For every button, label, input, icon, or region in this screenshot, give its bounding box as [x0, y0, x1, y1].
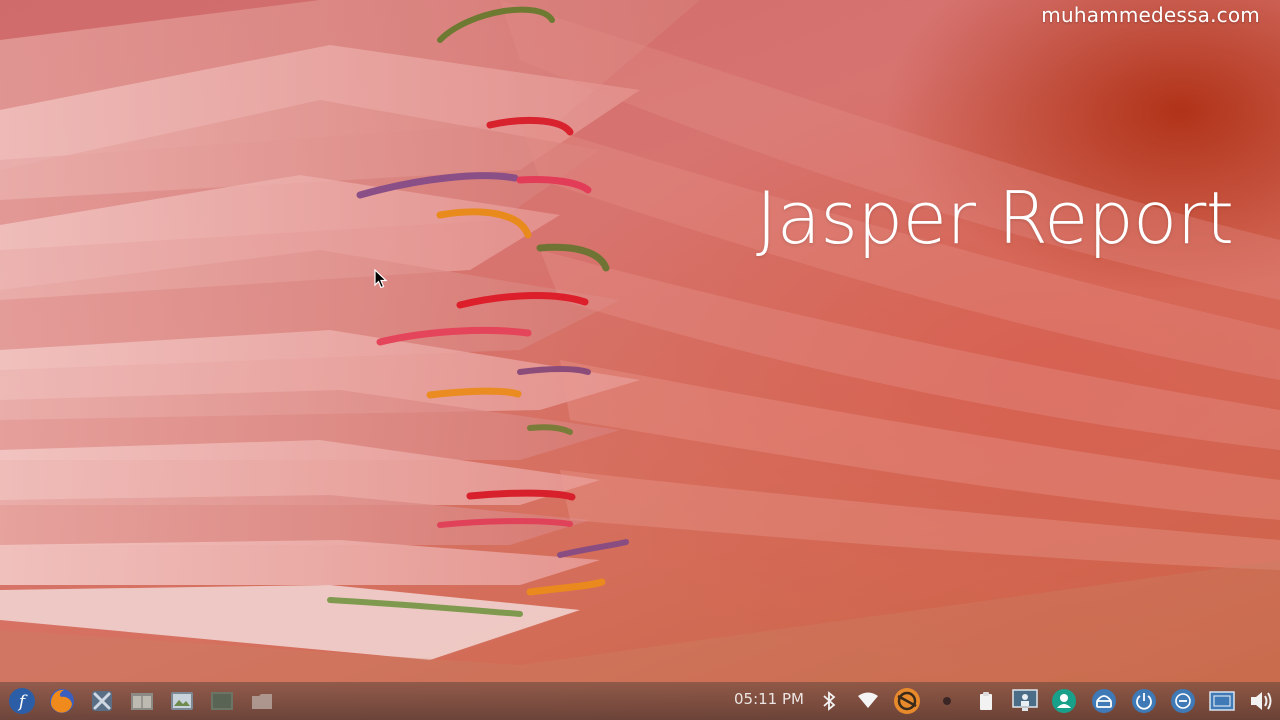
clipboard-icon[interactable]: [969, 684, 1003, 718]
bluetooth-icon[interactable]: [812, 684, 846, 718]
system-tools-icon[interactable]: [86, 684, 118, 718]
terminal-icon[interactable]: [206, 684, 238, 718]
desktop: muhammedessa.com Jasper Report f 05:11 P…: [0, 0, 1280, 720]
indicator-dot-icon[interactable]: [930, 684, 964, 718]
clock[interactable]: 05:11 PM: [734, 690, 804, 708]
fedora-menu-icon[interactable]: f: [6, 684, 38, 718]
wifi-icon[interactable]: [851, 684, 885, 718]
watermark-text: muhammedessa.com: [1041, 3, 1260, 27]
image-viewer-icon[interactable]: [166, 684, 198, 718]
minimize-icon[interactable]: [1166, 684, 1200, 718]
mouse-cursor-icon: [374, 269, 388, 289]
lock-icon[interactable]: [1087, 684, 1121, 718]
user-icon[interactable]: [1047, 684, 1081, 718]
display-icon[interactable]: [1008, 684, 1042, 718]
firefox-icon[interactable]: [46, 684, 78, 718]
folder-icon[interactable]: [246, 684, 278, 718]
file-manager-icon[interactable]: [126, 684, 158, 718]
screen-icon[interactable]: [1205, 684, 1239, 718]
slide-title: Jasper Report: [756, 176, 1234, 260]
wallpaper-paper-stack: [0, 0, 1280, 720]
volume-icon[interactable]: [1245, 684, 1279, 718]
update-notifier-icon[interactable]: [890, 684, 924, 718]
power-icon[interactable]: [1127, 684, 1161, 718]
